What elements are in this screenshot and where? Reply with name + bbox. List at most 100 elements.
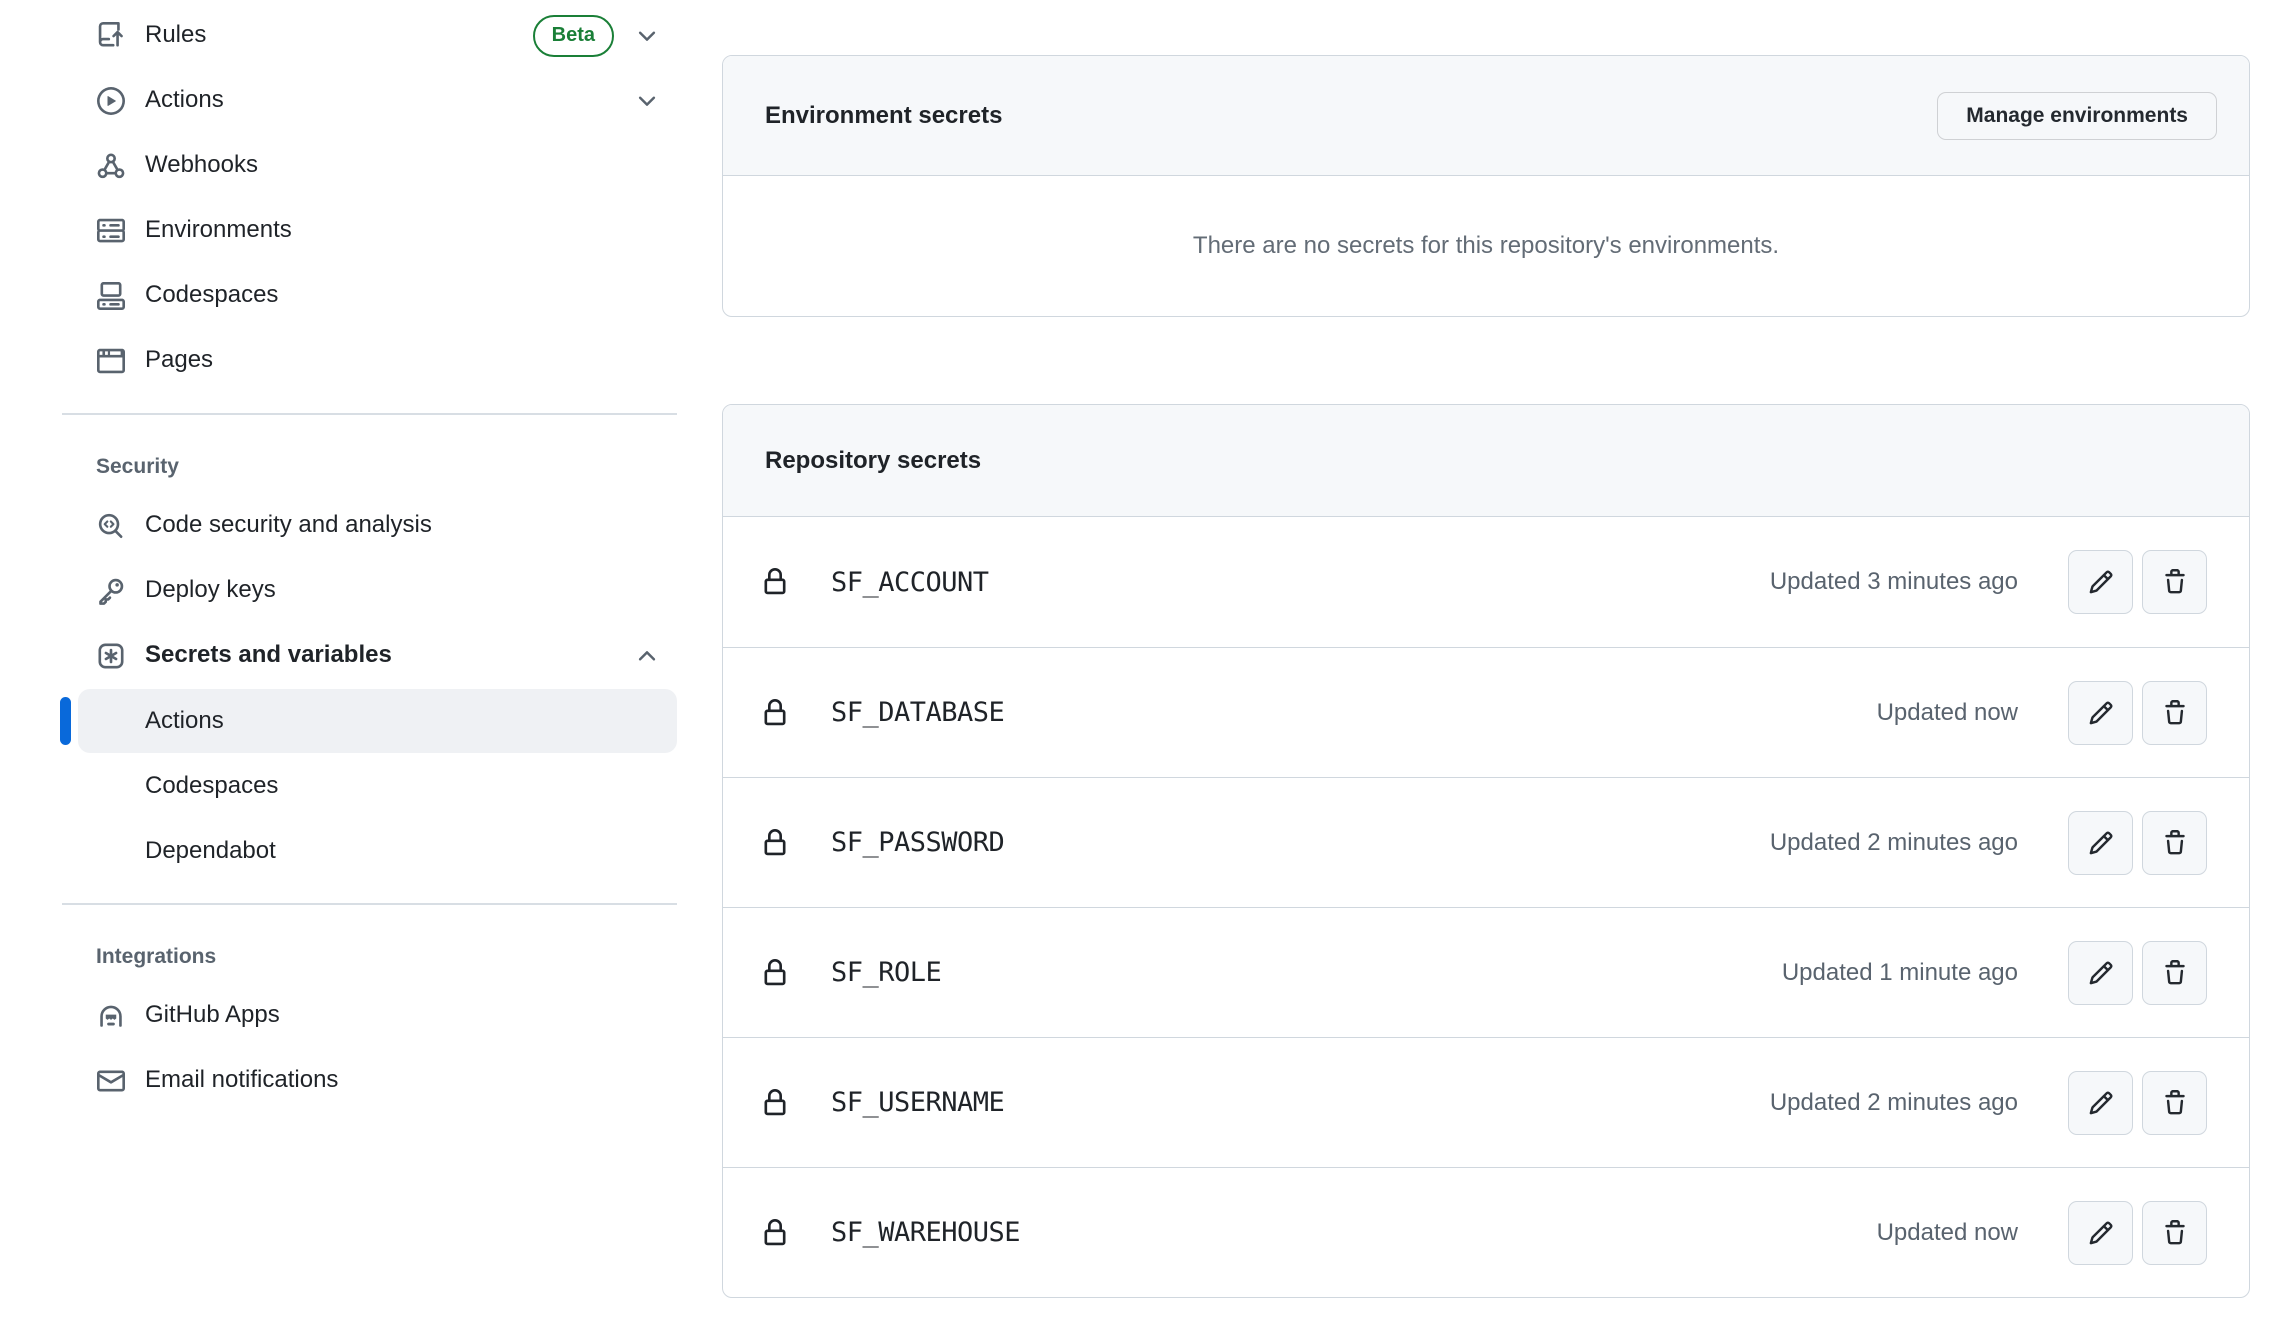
sidebar-item-label: Environments [145,216,292,245]
github-apps-icon [97,1002,125,1030]
secret-row: SF_DATABASE Updated now [723,647,2249,777]
edit-secret-button[interactable] [2068,550,2133,614]
sidebar-item-label: Codespaces [145,281,278,310]
secret-row: SF_ROLE Updated 1 minute ago [723,907,2249,1037]
chevron-down-icon [634,23,660,49]
sidebar-section-integrations: Integrations [96,931,700,983]
secret-name: SF_WAREHOUSE [831,1217,1020,1248]
lock-icon [761,1218,789,1248]
pencil-icon [2088,960,2114,986]
delete-secret-button[interactable] [2142,941,2207,1005]
sidebar-subitem-dependabot[interactable]: Dependabot [78,819,677,883]
lock-icon [761,698,789,728]
sidebar-item-environments[interactable]: Environments [60,198,700,263]
codescan-icon [97,512,125,540]
pencil-icon [2088,1220,2114,1246]
sidebar-subitem-label: Codespaces [145,772,278,800]
secrets-icon [97,642,125,670]
edit-secret-button[interactable] [2068,811,2133,875]
lock-icon [761,1088,789,1118]
beta-badge: Beta [533,15,614,57]
delete-secret-button[interactable] [2142,1201,2207,1265]
manage-environments-button[interactable]: Manage environments [1937,92,2217,140]
sidebar-divider [62,903,677,905]
settings-content: Environment secrets Manage environments … [722,0,2250,1298]
secret-row: SF_PASSWORDUpdated 2 minutes ago [723,777,2249,907]
mail-icon [97,1067,125,1095]
sidebar-divider [62,413,677,415]
sidebar-item-code-security-and-analysis[interactable]: Code security and analysis [60,493,700,558]
webhook-icon [97,152,125,180]
edit-secret-button[interactable] [2068,1201,2133,1265]
sidebar-item-codespaces[interactable]: Codespaces [60,263,700,328]
edit-secret-button[interactable] [2068,941,2133,1005]
secret-updated-timestamp: Updated now [1877,699,2018,727]
secret-updated-timestamp: Updated now [1877,1219,2018,1247]
trash-icon [2162,569,2188,595]
pencil-icon [2088,1090,2114,1116]
sidebar-item-email-notifications[interactable]: Email notifications [60,1048,700,1113]
sidebar-item-label: Deploy keys [145,576,276,605]
sidebar-item-secrets-and-variables[interactable]: Secrets and variables [60,623,700,688]
sidebar-item-pages[interactable]: Pages [60,328,700,393]
sidebar-security-sublist: Actions Codespaces Dependabot [60,689,700,883]
codespaces-icon [97,282,125,310]
sidebar-item-label: Rules [145,21,206,50]
sidebar-item-label: Actions [145,86,224,115]
sidebar-item-label: Code security and analysis [145,511,432,540]
delete-secret-button[interactable] [2142,681,2207,745]
repository-secrets-header: Repository secrets [723,405,2249,517]
delete-secret-button[interactable] [2142,811,2207,875]
sidebar-item-label: GitHub Apps [145,1001,280,1030]
sidebar-subitem-actions[interactable]: Actions [78,689,677,753]
sidebar-item-label: Secrets and variables [145,641,392,670]
trash-icon [2162,700,2188,726]
sidebar-item-webhooks[interactable]: Webhooks [60,133,700,198]
environment-secrets-header: Environment secrets Manage environments [723,56,2249,176]
secret-name: SF_ACCOUNT [831,567,989,598]
secret-updated-timestamp: Updated 3 minutes ago [1770,568,2018,596]
environment-secrets-title: Environment secrets [765,102,1002,130]
secret-updated-timestamp: Updated 1 minute ago [1782,959,2018,987]
repository-secrets-panel: Repository secrets SF_ACCOUNT Updated 3 m… [722,404,2250,1298]
sidebar-subitem-label: Dependabot [145,837,276,865]
sidebar-section-security: Security [96,441,700,493]
sidebar-item-github-apps[interactable]: GitHub Apps [60,983,700,1048]
environment-secrets-empty-message: There are no secrets for this repository… [723,176,2249,316]
settings-sidebar: Rules Beta Actions Webhooks Environments Code… [60,0,700,1113]
chevron-up-icon [634,643,660,669]
secret-row: SF_WAREHOUSE Updated now [723,1167,2249,1297]
secret-name: SF_PASSWORD [831,827,1004,858]
delete-secret-button[interactable] [2142,550,2207,614]
secret-updated-timestamp: Updated 2 minutes ago [1770,1089,2018,1117]
delete-secret-button[interactable] [2142,1071,2207,1135]
edit-secret-button[interactable] [2068,1071,2133,1135]
pencil-icon [2088,569,2114,595]
sidebar-subitem-codespaces[interactable]: Codespaces [78,754,677,818]
trash-icon [2162,1090,2188,1116]
lock-icon [761,567,789,597]
secret-name: SF_ROLE [831,957,941,988]
environment-secrets-panel: Environment secrets Manage environments … [722,55,2250,317]
pencil-icon [2088,700,2114,726]
rules-icon [97,22,125,50]
key-icon [97,577,125,605]
sidebar-item-label: Webhooks [145,151,258,180]
sidebar-item-actions[interactable]: Actions [60,68,700,133]
sidebar-integrations-list: GitHub Apps Email notifications [60,983,700,1113]
sidebar-top-list: Rules Beta Actions Webhooks Environments Code… [60,3,700,393]
trash-icon [2162,1220,2188,1246]
trash-icon [2162,830,2188,856]
sidebar-item-label: Email notifications [145,1066,338,1095]
edit-secret-button[interactable] [2068,681,2133,745]
trash-icon [2162,960,2188,986]
secret-name: SF_DATABASE [831,697,1004,728]
sidebar-item-label: Pages [145,346,213,375]
lock-icon [761,828,789,858]
pencil-icon [2088,830,2114,856]
sidebar-item-rules[interactable]: Rules Beta [60,3,700,68]
sidebar-item-deploy-keys[interactable]: Deploy keys [60,558,700,623]
sidebar-subitem-label: Actions [145,707,224,735]
sidebar-security-list: Code security and analysis Deploy keys Sec… [60,493,700,688]
lock-icon [761,958,789,988]
